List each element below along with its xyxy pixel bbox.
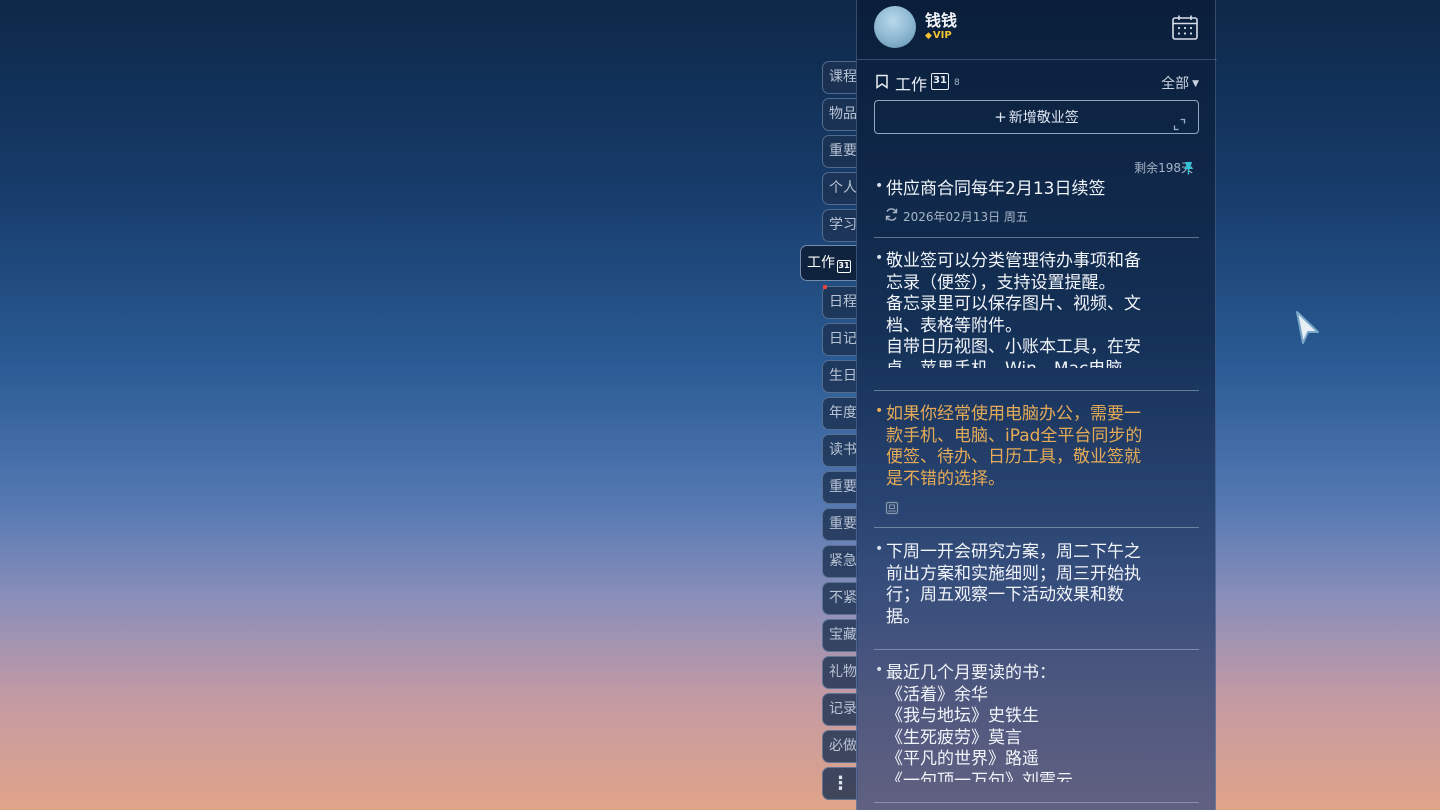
avatar[interactable] <box>874 6 916 48</box>
pin-icon[interactable] <box>1182 160 1195 179</box>
side-tab-label: 日记 <box>829 331 857 347</box>
repeat-icon <box>884 207 899 226</box>
side-tab[interactable]: 学习 <box>822 209 858 242</box>
side-tab[interactable]: 重要 <box>822 471 858 504</box>
note-item[interactable]: • 下周一开会研究方案，周二下午之 前出方案和实施细则；周三开始执 行；周五观察… <box>874 541 1199 650</box>
note-divider <box>874 802 1199 803</box>
note-divider <box>874 237 1199 238</box>
side-tab[interactable]: 个人 <box>822 172 858 205</box>
side-tab-label: 生日 <box>829 368 857 384</box>
side-tab[interactable]: 课程 <box>822 61 858 94</box>
side-tab-label: 记录 <box>829 701 857 717</box>
side-tab[interactable]: 日记 <box>822 323 858 356</box>
side-tab[interactable]: 物品 <box>822 98 858 131</box>
username: 钱钱 <box>925 11 958 30</box>
side-tab-label: 年度 <box>829 405 857 421</box>
side-tab[interactable]: 紧急 <box>822 545 858 578</box>
side-tab[interactable]: 不紧 <box>822 582 858 615</box>
note-text: 供应商合同每年2月13日续签 <box>886 179 1106 199</box>
side-tab-label: 工作 <box>807 255 835 271</box>
side-tab[interactable]: 年度 <box>822 397 858 430</box>
side-tab[interactable]: 生日 <box>822 360 858 393</box>
note-item[interactable]: • 敬业签可以分类管理待办事项和备 忘录（便签），支持设置提醒。 备忘录里可以保… <box>874 250 1199 392</box>
note-text: 下周一开会研究方案，周二下午之 前出方案和实施细则；周三开始执 行；周五观察一下… <box>886 542 1141 627</box>
note-divider <box>874 649 1199 650</box>
side-tab[interactable]: 宝藏 <box>822 619 858 652</box>
side-tab[interactable]: 日程 <box>822 286 858 319</box>
caret-down-icon: ▼ <box>1192 79 1199 89</box>
category-tab-strip: 课程 物品 重要 个人 学习 工作 31 日程 日记 生日 年度 读书 重要 重要 紧急 不紧 宝藏 礼物 记录 必做… <box>800 58 858 810</box>
note-bullet: • <box>875 178 884 194</box>
filter-label: 全部 <box>1161 76 1190 92</box>
side-tab-label: 读书 <box>829 442 857 458</box>
attachment-icon[interactable] <box>885 500 899 519</box>
side-tab-label: 必做 <box>829 738 857 754</box>
note-divider <box>874 527 1199 528</box>
category-title: 工作 <box>895 75 928 94</box>
note-item[interactable]: • 如果你经常使用电脑办公，需要一 款手机、电脑、iPad全平台同步的 便签、待… <box>874 403 1199 528</box>
diamond-icon: ◆ <box>925 31 932 41</box>
note-text: 如果你经常使用电脑办公，需要一 款手机、电脑、iPad全平台同步的 便签、待办、… <box>886 404 1143 489</box>
side-tab-label: 重要 <box>829 516 857 532</box>
side-tab-label: 日程 <box>829 294 857 310</box>
side-tab[interactable]: 礼物 <box>822 656 858 689</box>
side-tab-label: 课程 <box>829 69 857 85</box>
note-item[interactable]: • 最近几个月要读的书： 《活着》余华 《我与地坛》史铁生 《生死疲劳》莫言 《… <box>874 662 1199 810</box>
desktop-wallpaper <box>0 0 1440 810</box>
side-tab[interactable]: 读书 <box>822 434 858 467</box>
note-bullet: • <box>875 541 884 557</box>
bookmark-icon <box>875 74 889 93</box>
side-tab-label: 重要 <box>829 479 857 495</box>
category-calendar-badge: 31 <box>931 73 949 90</box>
vip-badge: ◆VIP <box>925 30 952 41</box>
side-tab-label: 个人 <box>829 180 857 196</box>
side-tab-label: 紧急 <box>829 553 857 569</box>
side-tab-label: 重要 <box>829 143 857 159</box>
side-tab[interactable]: 工作 31 <box>800 245 858 281</box>
add-note-label: 新增敬业签 <box>1008 110 1079 126</box>
panel-header: 钱钱 ◆VIP <box>857 0 1217 60</box>
side-tab-label: 礼物 <box>829 664 857 680</box>
note-bullet: • <box>875 662 884 678</box>
note-bullet: • <box>875 403 884 419</box>
more-tabs-button[interactable]: ⋮ <box>822 767 858 800</box>
add-note-button[interactable]: + 新增敬业签 <box>874 100 1199 134</box>
plus-icon: + <box>994 108 1007 126</box>
side-tab-label: 不紧 <box>829 590 857 606</box>
filter-dropdown[interactable]: 全部 ▼ <box>1161 73 1199 93</box>
note-bullet: • <box>875 250 884 266</box>
side-tab-label: ⋮ <box>831 773 850 794</box>
side-tab[interactable]: 重要 <box>822 135 858 168</box>
active-tab-indicator <box>823 285 827 289</box>
note-divider <box>874 390 1199 391</box>
note-text: 最近几个月要读的书： 《活着》余华 《我与地坛》史铁生 《生死疲劳》莫言 《平凡… <box>886 663 1073 782</box>
category-count: 8 <box>954 78 960 88</box>
note-date: 2026年02月13日 周五 <box>903 210 1028 224</box>
vip-label: VIP <box>932 30 952 41</box>
mouse-cursor-icon <box>1294 310 1322 350</box>
side-tab[interactable]: 重要 <box>822 508 858 541</box>
side-tab-label: 物品 <box>829 106 857 122</box>
expand-icon[interactable] <box>1173 111 1186 143</box>
side-tab-label: 宝藏 <box>829 627 857 643</box>
note-text: 敬业签可以分类管理待办事项和备 忘录（便签），支持设置提醒。 备忘录里可以保存图… <box>886 251 1141 368</box>
category-header: 工作 31 8 全部 ▼ <box>875 70 1199 94</box>
calendar-badge-icon: 31 <box>837 260 851 273</box>
side-tab[interactable]: 记录 <box>822 693 858 726</box>
side-tab[interactable]: 必做 <box>822 730 858 763</box>
sticky-note-panel: 钱钱 ◆VIP 工作 31 8 全部 ▼ + 新增敬业签 剩余198天 • 供应… <box>856 0 1217 810</box>
side-tab-label: 学习 <box>829 217 857 233</box>
calendar-icon[interactable] <box>1171 14 1199 42</box>
